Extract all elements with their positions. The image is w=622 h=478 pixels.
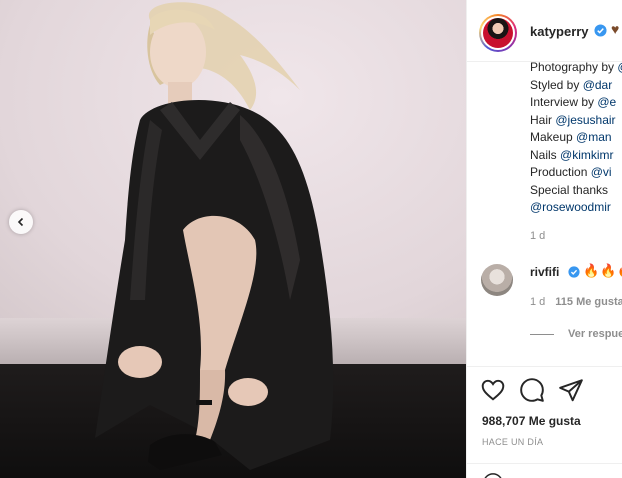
comment-bubble-icon[interactable] bbox=[519, 377, 545, 403]
carousel-prev-button[interactable] bbox=[9, 210, 33, 234]
caption-line: Photography by @ bbox=[530, 60, 622, 74]
photo-subject bbox=[95, 2, 334, 470]
verified-badge-icon bbox=[594, 24, 607, 37]
post-caption: Photography by @ Styled by @dar Intervie… bbox=[530, 59, 622, 217]
comment-likes[interactable]: 115 Me gusta bbox=[555, 296, 622, 308]
emoji-icon[interactable] bbox=[482, 472, 504, 478]
avatar-image bbox=[483, 18, 513, 48]
post-header: katyperry ♥ bbox=[467, 0, 622, 62]
post-username[interactable]: katyperry bbox=[530, 24, 589, 39]
replies-dash bbox=[530, 333, 554, 335]
post-actions: 988,707 Me gusta HACE UN DÍA bbox=[467, 366, 622, 478]
post-side-panel: katyperry ♥ Photography by @ Styled by @… bbox=[466, 0, 622, 478]
likes-count[interactable]: 988,707 Me gusta bbox=[482, 414, 581, 428]
view-replies-button[interactable]: Ver respue bbox=[530, 328, 622, 340]
caption-line: Nails @kimkimr bbox=[530, 147, 614, 162]
comment-username[interactable]: rivfifi bbox=[530, 265, 559, 279]
comment-time[interactable]: 1 d bbox=[530, 296, 545, 308]
brown-heart-emoji-icon: ♥ bbox=[611, 21, 620, 37]
post-photo[interactable] bbox=[0, 0, 466, 478]
verified-badge-icon bbox=[568, 266, 580, 278]
caption-line: Styled by @dar bbox=[530, 77, 613, 92]
comment-avatar[interactable] bbox=[481, 264, 513, 296]
comment-meta: 1 d 115 Me gusta bbox=[530, 296, 622, 308]
caption-time[interactable]: 1 d bbox=[530, 230, 545, 242]
comment-text: 🔥🔥🔥 bbox=[583, 263, 622, 278]
chevron-left-icon bbox=[17, 217, 24, 227]
caption-line: Production @vi bbox=[530, 165, 612, 179]
paper-plane-icon[interactable] bbox=[558, 377, 584, 403]
caption-line: Special thanks bbox=[530, 182, 609, 197]
add-comment-row bbox=[467, 463, 622, 478]
caption-line: Interview by @e bbox=[530, 95, 617, 109]
avatar[interactable] bbox=[479, 14, 517, 52]
caption-line: Hair @jesushair bbox=[530, 112, 616, 127]
post-timestamp[interactable]: HACE UN DÍA bbox=[482, 437, 543, 447]
caption-line: @rosewoodmir bbox=[530, 200, 611, 214]
heart-outline-icon[interactable] bbox=[480, 377, 506, 403]
caption-line: Makeup @man bbox=[530, 130, 612, 144]
